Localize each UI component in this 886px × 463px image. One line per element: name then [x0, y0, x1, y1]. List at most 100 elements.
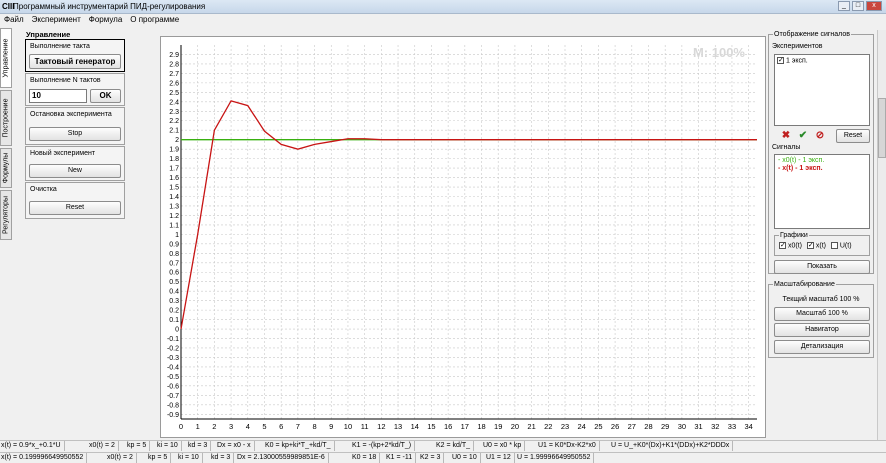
- detail-button[interactable]: Детализация: [774, 340, 870, 354]
- status-value-k1: K1 = -11: [386, 453, 417, 463]
- status-bar-formulas: x(t) = 0.9*x_+0.1*U x0(t) = 2 kp = 5 ki …: [0, 440, 886, 451]
- menu-experiment[interactable]: Эксперимент: [32, 14, 81, 26]
- signals-reset-button[interactable]: Reset: [836, 129, 870, 143]
- scale-100-button[interactable]: Масштаб 100 %: [774, 307, 870, 321]
- x-tick-label: 22: [544, 422, 552, 431]
- check-icon[interactable]: ✔: [796, 129, 810, 143]
- step-label: Выполнение такта: [30, 43, 90, 50]
- experiment-checkbox[interactable]: ✓: [777, 57, 784, 64]
- status-bar-values: x(t) = 0.199996649950552 x0(t) = 2 kp = …: [0, 452, 886, 463]
- status-formula-u: U = U_+K0*(Dx)+K1*(DDx)+K2*DDDx: [611, 441, 734, 451]
- status-formula-k2: K2 = kd/T_: [436, 441, 475, 451]
- status-formula-kp: kp = 5: [127, 441, 151, 451]
- clear-group: Очистка Reset: [25, 182, 125, 219]
- signal-item-x0[interactable]: - x0(t) - 1 эксп.: [778, 157, 824, 164]
- u-checkbox-label: U(t): [839, 242, 852, 250]
- series-line-x: [180, 100, 757, 330]
- status-value-kp: kp = 5: [148, 453, 172, 463]
- y-tick-label: 2: [175, 137, 179, 144]
- status-formula-x: x(t) = 0.9*x_+0.1*U: [1, 441, 65, 451]
- graphs-checkboxes: ✓ x0(t) ✓ x(t) U(t): [779, 242, 852, 249]
- x-tick-label: 18: [477, 422, 485, 431]
- signals-list[interactable]: - x0(t) - 1 эксп. - x(t) - 1 эксп.: [774, 154, 870, 229]
- y-tick-label: 1.3: [169, 203, 179, 210]
- menu-formula[interactable]: Формула: [89, 14, 123, 26]
- forbid-icon[interactable]: ⊘: [813, 129, 827, 143]
- status-value-u: U = 1.99996649950552: [517, 453, 595, 463]
- minimize-button[interactable]: _: [838, 1, 850, 11]
- x-tick-label: 5: [262, 422, 266, 431]
- status-value-kd: kd = 3: [211, 453, 235, 463]
- y-tick-label: 2.1: [169, 128, 179, 135]
- status-formula-k0: K0 = kp+ki*T_+kd/T_: [265, 441, 335, 451]
- y-tick-label: 1.5: [169, 185, 179, 192]
- tab-build-label: Построение: [2, 98, 10, 138]
- x-checkbox[interactable]: ✓: [806, 242, 814, 249]
- maximize-button[interactable]: □: [852, 1, 864, 11]
- x-tick-label: 2: [212, 422, 216, 431]
- tab-formulas[interactable]: Формулы: [0, 148, 12, 188]
- x-tick-label: 23: [561, 422, 569, 431]
- experiments-list[interactable]: ✓ 1 эксп.: [774, 54, 870, 126]
- tab-control[interactable]: Управление: [0, 28, 12, 88]
- ok-button[interactable]: OK: [90, 89, 121, 103]
- y-tick-label: 0.4: [169, 289, 179, 296]
- tab-regulators[interactable]: Регуляторы: [0, 190, 12, 240]
- y-tick-label: 2.4: [169, 99, 179, 106]
- y-tick-label: 0.7: [169, 260, 179, 267]
- right-scrollbar[interactable]: [877, 30, 886, 440]
- x-tick-label: 34: [744, 422, 752, 431]
- x0-checkbox[interactable]: ✓: [779, 242, 786, 249]
- x-tick-label: 31: [694, 422, 702, 431]
- status-value-k0: K0 = 18: [352, 453, 381, 463]
- new-button[interactable]: New: [29, 164, 121, 178]
- left-tab-strip: Управление Построение Формулы Регуляторы: [0, 28, 12, 240]
- stop-label: Остановка эксперимента: [30, 111, 112, 118]
- close-button[interactable]: x: [866, 1, 882, 11]
- scroll-thumb[interactable]: [878, 98, 886, 158]
- clock-generator-button[interactable]: Тактовый генератор: [29, 54, 121, 69]
- y-tick-label: 1.9: [169, 147, 179, 154]
- status-formula-dx: Dx = x0 - x: [217, 441, 255, 451]
- y-tick-label: 0.3: [169, 298, 179, 305]
- graphs-group: Графики ✓ x0(t) ✓ x(t) U(t): [774, 232, 870, 256]
- signal-item-x[interactable]: - x(t) - 1 эксп.: [778, 165, 823, 172]
- x-checkbox-label: x(t): [815, 242, 826, 250]
- x-tick-label: 19: [494, 422, 502, 431]
- new-label: Новый эксперимент: [30, 150, 96, 157]
- y-tick-label: 2.8: [169, 61, 179, 68]
- show-button[interactable]: Показать: [774, 260, 870, 274]
- experiment-item-label: 1 эксп.: [785, 57, 808, 65]
- reset-button[interactable]: Reset: [29, 201, 121, 215]
- y-tick-label: -0.2: [167, 345, 179, 352]
- chart-svg: 0 1 2 3 4 5 6 7 8 9 10 11 12 13 14 15 16 17 18 19 20 21 22 23 24…: [167, 45, 757, 431]
- x0-checkbox-label: x0(t): [787, 242, 802, 250]
- x-tick-label: 15: [427, 422, 435, 431]
- navigator-button[interactable]: Навигатор: [774, 323, 870, 337]
- x-tick-label: 21: [527, 422, 535, 431]
- status-value-k2: K2 = 3: [420, 453, 445, 463]
- experiment-item[interactable]: ✓ 1 эксп.: [777, 57, 808, 64]
- y-tick-label: 2.5: [169, 90, 179, 97]
- x-tick-label: 27: [628, 422, 636, 431]
- x-tick-label: 17: [461, 422, 469, 431]
- delete-icon[interactable]: ✖: [779, 129, 793, 143]
- y-tick-label: -0.1: [167, 336, 179, 343]
- n-steps-input[interactable]: 10: [29, 89, 87, 103]
- signals-panel: Отображение сигналов Экспериментов ✓ 1 э…: [768, 30, 876, 360]
- y-tick-label: 1.4: [169, 194, 179, 201]
- chart-area[interactable]: 0 1 2 3 4 5 6 7 8 9 10 11 12 13 14 15 16 17 18 19 20 21 22 23 24…: [160, 36, 766, 438]
- y-tick-label: 2.3: [169, 109, 179, 116]
- menu-file[interactable]: Файл: [4, 14, 24, 26]
- x-tick-label: 9: [329, 422, 333, 431]
- x-tick-label: 33: [728, 422, 736, 431]
- tab-build[interactable]: Построение: [0, 90, 12, 146]
- stop-button[interactable]: Stop: [29, 127, 121, 141]
- menu-about[interactable]: О программе: [130, 14, 179, 26]
- step-group: Выполнение такта Тактовый генератор: [25, 39, 125, 72]
- signals-display-title: Отображение сигналов: [773, 31, 851, 38]
- u-checkbox[interactable]: [830, 242, 838, 249]
- x-tick-label: 8: [312, 422, 316, 431]
- y-tick-label: 0.5: [169, 279, 179, 286]
- tab-control-label: Управление: [2, 38, 10, 78]
